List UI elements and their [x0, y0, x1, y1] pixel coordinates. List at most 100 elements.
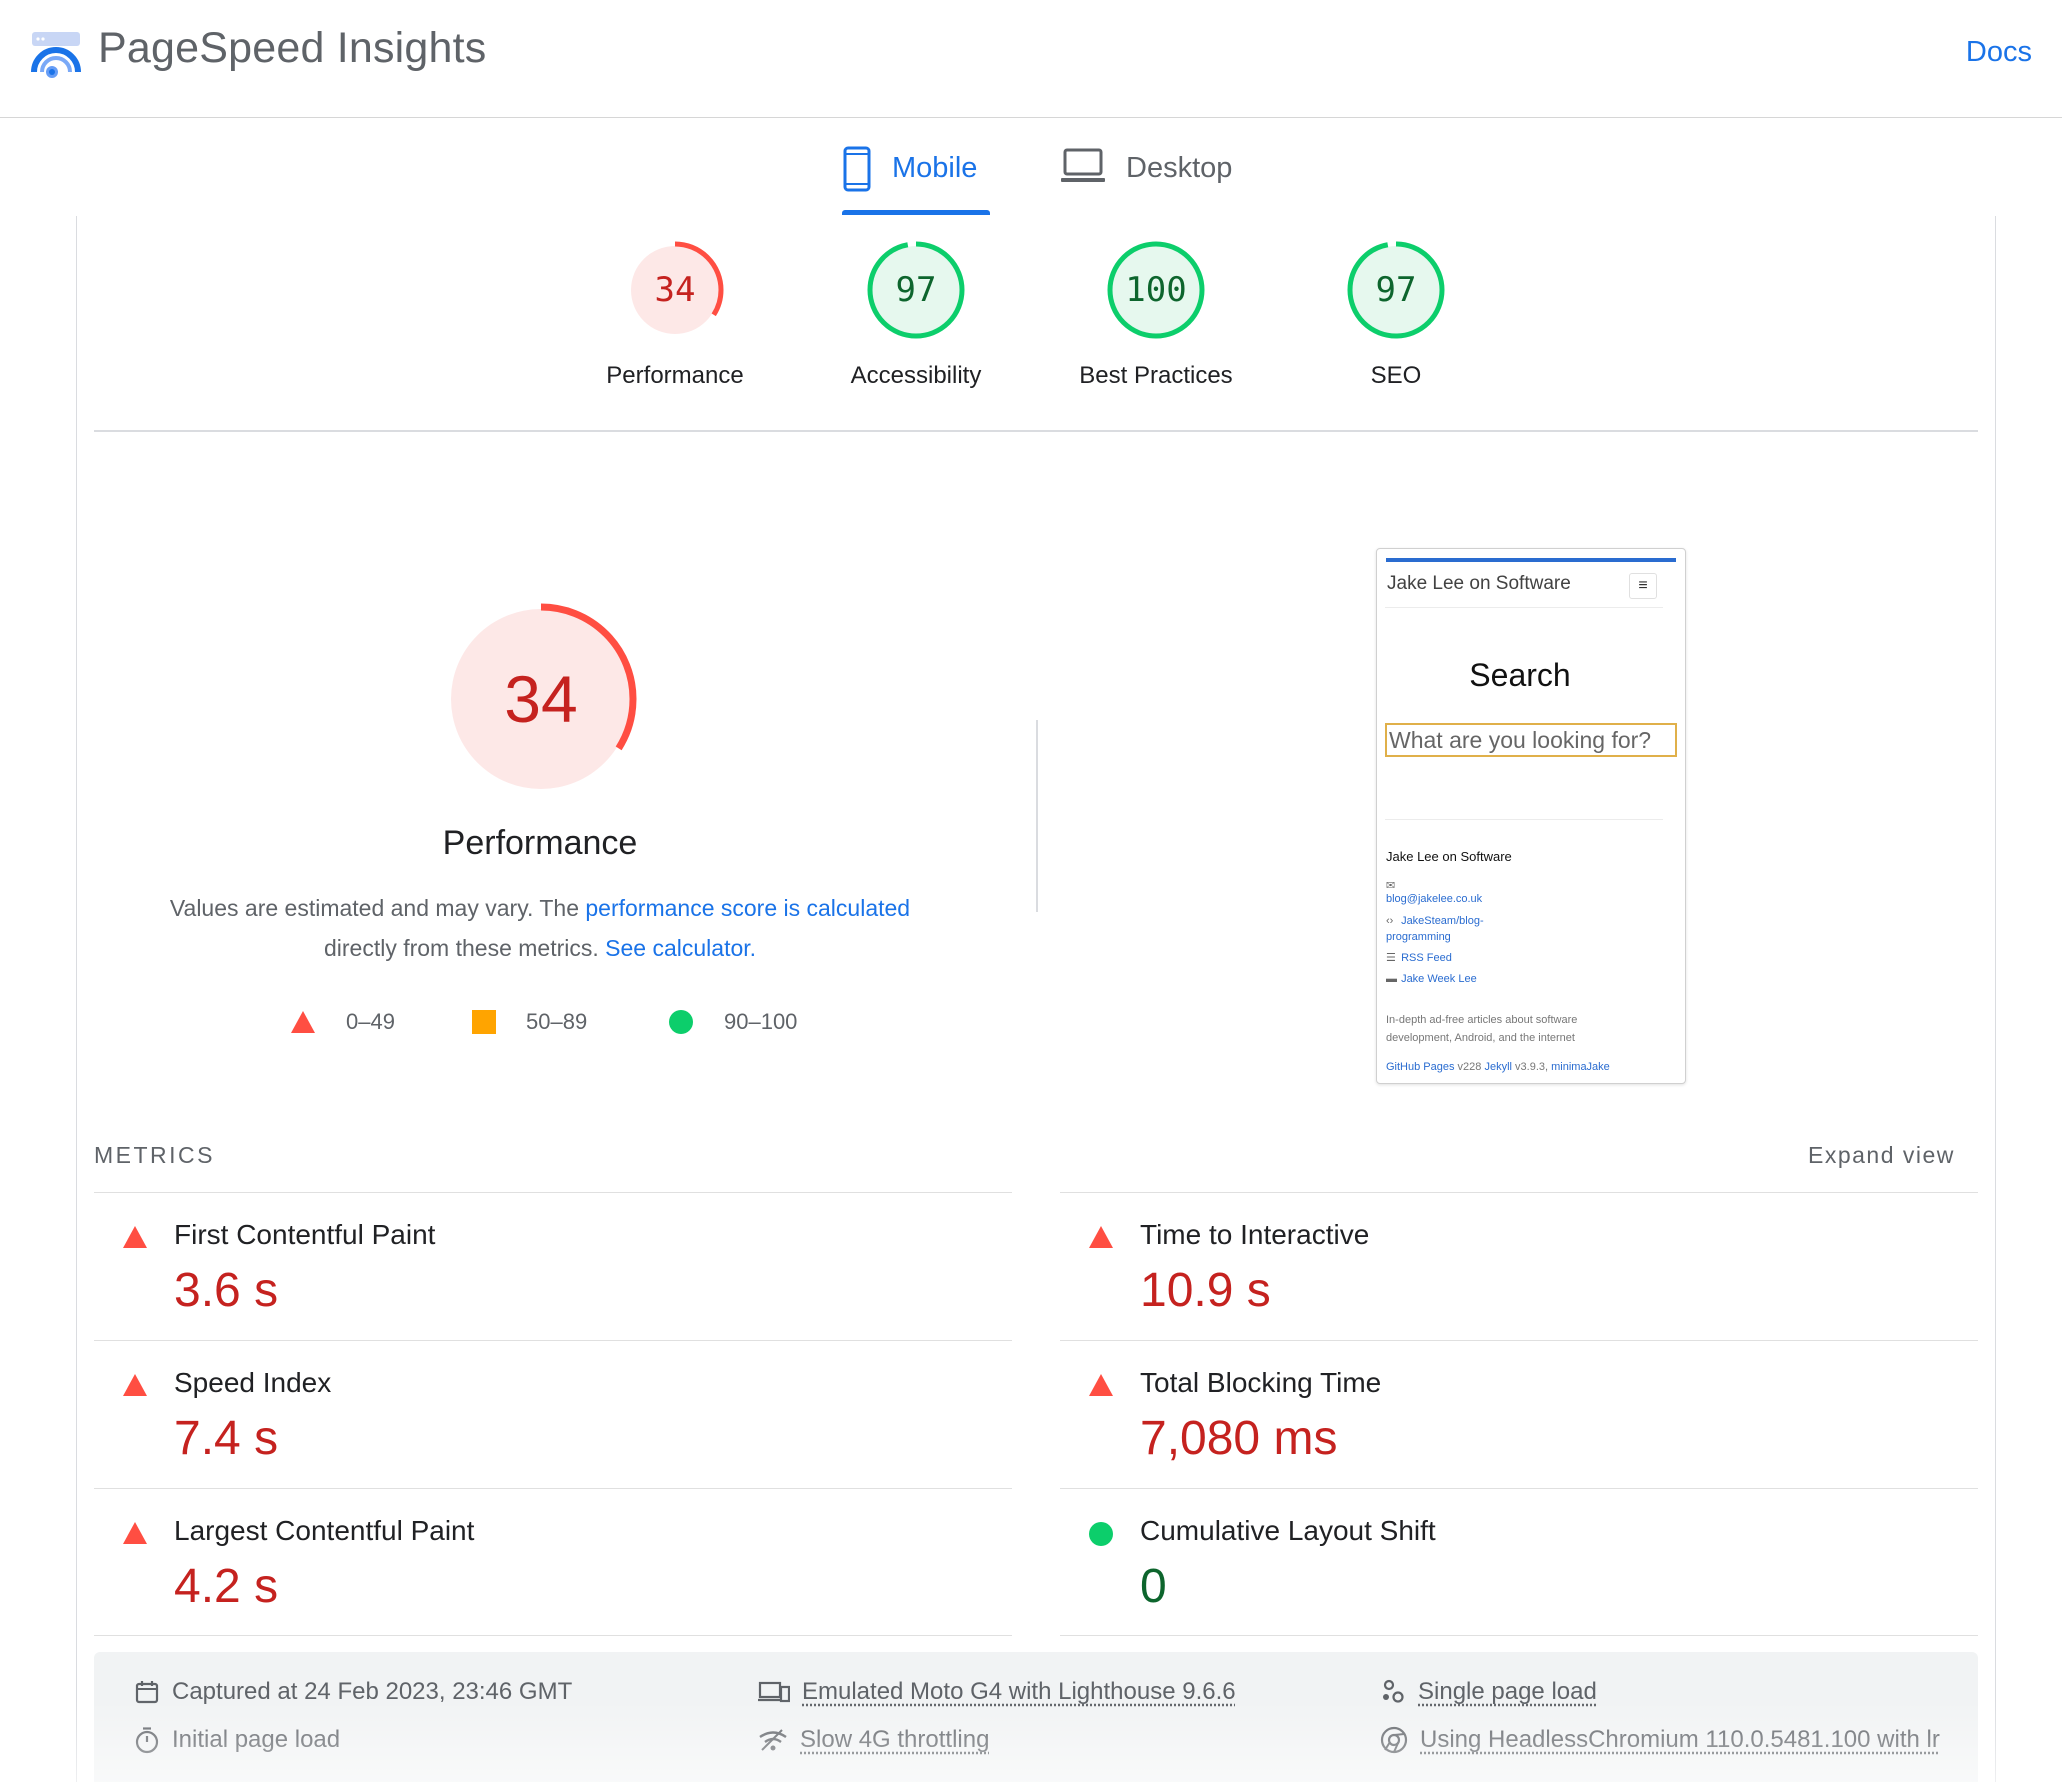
calendar-icon [135, 1681, 159, 1704]
score-calculated-link[interactable]: performance score is calculated [585, 895, 910, 921]
legend-pass-label: 90–100 [724, 1009, 798, 1034]
metric-name: First Contentful Paint [174, 1219, 436, 1250]
gauge-performance[interactable]: 34 Performance [575, 240, 775, 390]
runtime-browser[interactable]: Using HeadlessChromium 110.0.5481.100 wi… [1380, 1726, 1940, 1754]
expand-view-button[interactable]: Expand view [1808, 1142, 1955, 1169]
screenshot-link-text: Jake Week Lee [1401, 973, 1477, 985]
circle-pass-icon [1089, 1522, 1113, 1546]
runtime-throttling-text: Slow 4G throttling [800, 1726, 990, 1753]
screenshot-link-rss: ☰ RSS Feed [1386, 951, 1452, 964]
gauge-score: 100 [1125, 270, 1187, 310]
screenshot-link-github: ‹› JakeSteam/blog- [1386, 915, 1484, 927]
screenshot-footer-title: Jake Lee on Software [1386, 849, 1512, 864]
metric-name: Time to Interactive [1140, 1219, 1370, 1250]
screenshot-site-title: Jake Lee on Software [1387, 573, 1571, 594]
runtime-session-text: Single page load [1418, 1678, 1597, 1705]
laptop-icon [1061, 148, 1105, 182]
runtime-captured-text: Captured at 24 Feb 2023, 23:46 GMT [172, 1678, 573, 1705]
pagespeed-logo-icon [31, 32, 81, 78]
metric-value: 0 [1140, 1560, 1167, 1613]
category-gauges: 34 Performance 97 Accessibility 100 Best… [0, 216, 2062, 432]
triangle-fail-icon [123, 1522, 147, 1544]
gauge-accessibility[interactable]: 97 Accessibility [816, 240, 1016, 390]
top-app-bar: PageSpeed Insights Docs [0, 0, 2062, 118]
smartphone-icon [843, 146, 871, 192]
screenshot-search-heading: Search [1469, 657, 1571, 693]
runtime-captured: Captured at 24 Feb 2023, 23:46 GMT [134, 1678, 572, 1706]
metric-first-contentful-paint: First Contentful Paint 3.6 s [94, 1192, 1012, 1340]
circle-pass-icon [669, 1010, 693, 1034]
legend-fail-label: 0–49 [346, 1009, 395, 1034]
tab-mobile[interactable]: Mobile [842, 146, 977, 216]
credit-jekyll: Jekyll [1484, 1061, 1512, 1073]
runtime-initial-load-text: Initial page load [172, 1726, 341, 1753]
screenshot-link-github-cont: programming [1386, 931, 1451, 943]
active-tab-indicator [842, 210, 990, 215]
legend-pass: 90–100 [668, 1004, 797, 1040]
legend-fail: 0–49 [290, 1004, 395, 1040]
runtime-device-text: Emulated Moto G4 with Lighthouse 9.6.6 [802, 1678, 1236, 1705]
gauge-best-practices[interactable]: 100 Best Practices [1056, 240, 1256, 390]
screenshot-link-text: RSS Feed [1401, 952, 1452, 964]
description-text: Values are estimated and may vary. The [169, 895, 586, 921]
screenshot-top-bar [1386, 558, 1676, 562]
gauge-seo[interactable]: 97 SEO [1296, 240, 1496, 390]
metric-name: Speed Index [174, 1367, 332, 1398]
screenshot-link-email: blog@jakelee.co.uk [1386, 893, 1483, 905]
screenshot-credit: GitHub Pages v228 Jekyll v3.9.3, minimaJ… [1386, 1061, 1610, 1073]
credit-version: v228 [1454, 1061, 1485, 1073]
docs-link[interactable]: Docs [1966, 36, 2032, 69]
legend-average-label: 50–89 [526, 1009, 588, 1034]
bookmark-icon: ▬ [1386, 973, 1397, 985]
metric-value: 4.2 s [174, 1560, 279, 1613]
runtime-settings: Captured at 24 Feb 2023, 23:46 GMT Initi… [94, 1652, 1978, 1782]
performance-score: 34 [504, 662, 578, 736]
metric-speed-index: Speed Index 7.4 s [94, 1340, 1012, 1488]
metric-name: Total Blocking Time [1140, 1367, 1382, 1398]
gauge-score: 97 [895, 270, 937, 310]
screenshot-link-text: JakeSteam/blog- [1401, 915, 1484, 927]
triangle-fail-icon [123, 1374, 147, 1396]
chrome-icon [1380, 1726, 1408, 1754]
credit-github: GitHub Pages [1386, 1061, 1455, 1073]
metric-largest-contentful-paint: Largest Contentful Paint 4.2 s [94, 1488, 1012, 1636]
runtime-throttling[interactable]: Slow 4G throttling [758, 1726, 989, 1754]
runtime-device[interactable]: Emulated Moto G4 with Lighthouse 9.6.6 [758, 1678, 1236, 1706]
description-text: directly from these metrics. [323, 935, 606, 961]
gauge-score: 97 [1375, 270, 1417, 310]
app-title: PageSpeed Insights [98, 24, 487, 72]
performance-description: Values are estimated and may vary. The p… [130, 888, 950, 968]
screenshot-search-input: What are you looking for? [1385, 723, 1677, 757]
gauges-divider [94, 430, 1978, 432]
see-calculator-link[interactable]: See calculator. [605, 935, 756, 961]
metric-total-blocking-time: Total Blocking Time 7,080 ms [1060, 1340, 1978, 1488]
description-line: In-depth ad-free articles about software [1386, 1014, 1578, 1026]
screenshot-link-week: ▬ Jake Week Lee [1386, 973, 1477, 985]
square-average-icon [472, 1010, 496, 1034]
triangle-fail-icon [123, 1226, 147, 1248]
description-line: development, Android, and the internet [1386, 1032, 1575, 1044]
tab-desktop[interactable]: Desktop [1060, 146, 1232, 216]
runtime-session[interactable]: Single page load [1380, 1678, 1597, 1706]
screenshot-description: In-depth ad-free articles about software… [1386, 1011, 1672, 1047]
mail-icon: ✉ [1386, 880, 1396, 892]
tab-mobile-label: Mobile [892, 152, 978, 184]
legend-average: 50–89 [472, 1004, 587, 1040]
devices-icon [758, 1681, 790, 1703]
metric-value: 3.6 s [174, 1264, 279, 1317]
stopwatch-icon [135, 1727, 159, 1754]
metric-value: 7,080 ms [1140, 1412, 1338, 1465]
rss-icon: ☰ [1386, 952, 1396, 964]
gauge-label: Best Practices [1079, 362, 1233, 389]
triangle-fail-icon [291, 1011, 315, 1033]
tab-desktop-label: Desktop [1126, 152, 1233, 184]
screenshot-divider [1385, 819, 1663, 820]
code-icon: ‹› [1386, 915, 1394, 927]
metric-cumulative-layout-shift: Cumulative Layout Shift 0 [1060, 1488, 1978, 1636]
screenshot-mail-icon: ✉ [1386, 879, 1398, 892]
hamburger-icon: ≡ [1629, 573, 1657, 599]
session-icon [1383, 1679, 1404, 1703]
metric-value: 10.9 s [1140, 1264, 1271, 1317]
credit-jekyll-version: v3.9.3, [1511, 1061, 1552, 1073]
metric-name: Largest Contentful Paint [174, 1515, 475, 1546]
